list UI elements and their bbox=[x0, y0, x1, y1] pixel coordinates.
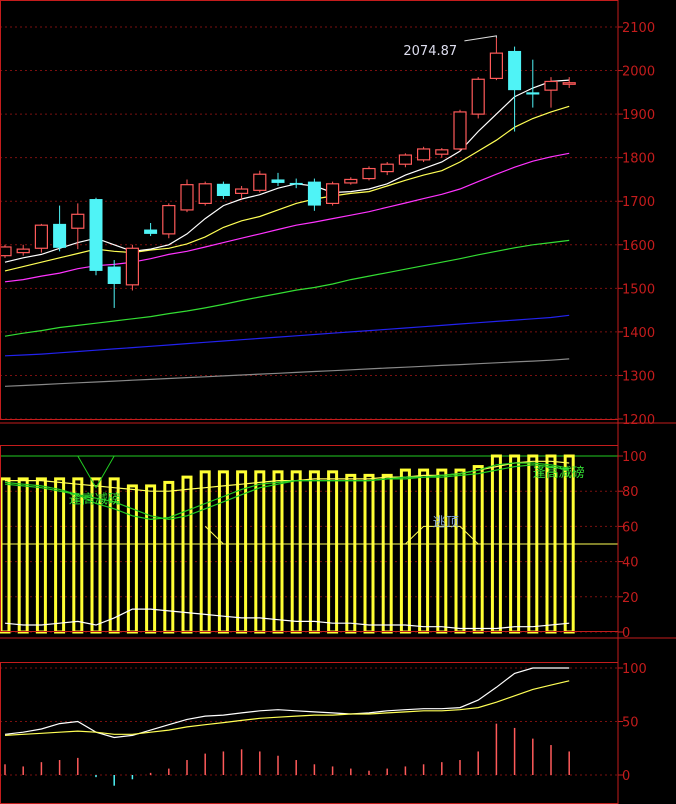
candle-body-up bbox=[125, 247, 140, 286]
candle-body-up bbox=[380, 163, 394, 173]
candle-body-up bbox=[326, 183, 340, 205]
candle-body-up bbox=[180, 184, 194, 211]
ind-tick-label: 0 bbox=[622, 769, 630, 784]
stock-chart: 1200130014001500160017001800190020002100… bbox=[0, 0, 676, 804]
osc-tick-label: 60 bbox=[622, 520, 639, 535]
price-tick-label: 1700 bbox=[622, 195, 655, 210]
candle-body-down bbox=[107, 266, 121, 284]
ind-tick-label: 100 bbox=[622, 662, 647, 677]
candle-body-up bbox=[544, 80, 558, 91]
candle-body-up bbox=[562, 82, 576, 85]
candle-body-down bbox=[307, 181, 321, 206]
osc-tick-label: 40 bbox=[622, 556, 639, 571]
candle-body-down bbox=[289, 182, 303, 185]
osc-tick-label: 20 bbox=[622, 591, 639, 606]
candle-body-down bbox=[144, 229, 158, 234]
candle-body-up bbox=[435, 149, 449, 155]
candle-body-up bbox=[0, 246, 12, 257]
candle-body-up bbox=[453, 111, 467, 150]
candle-body-down bbox=[216, 183, 230, 196]
price-tick-label: 1400 bbox=[622, 326, 655, 341]
osc-tick-label: 0 bbox=[622, 626, 630, 641]
candle-body-up bbox=[71, 213, 85, 229]
candle-body-up bbox=[235, 188, 249, 194]
osc-annotation: 逢高减磅 bbox=[533, 465, 585, 481]
price-tick-label: 2100 bbox=[622, 21, 655, 36]
candle-body-down bbox=[53, 223, 67, 248]
candle-body-down bbox=[508, 50, 522, 91]
background bbox=[0, 0, 676, 804]
candle-body-up bbox=[344, 178, 358, 184]
candle-body-down bbox=[89, 199, 103, 271]
candle-body-up bbox=[471, 78, 485, 115]
candle-body-up bbox=[162, 204, 176, 235]
price-tick-label: 1200 bbox=[622, 413, 655, 428]
candle-body-down bbox=[271, 179, 285, 183]
peak-price-label: 2074.87 bbox=[403, 44, 457, 59]
osc-annotation: 逃顶 bbox=[433, 515, 459, 530]
candle-body-up bbox=[398, 154, 412, 165]
candle-body-up bbox=[362, 167, 376, 180]
candle-body-up bbox=[16, 248, 30, 254]
price-tick-label: 1600 bbox=[622, 239, 655, 254]
price-tick-label: 2000 bbox=[622, 65, 655, 80]
osc-annotation: 逢高减磅 bbox=[69, 492, 121, 508]
ind-tick-label: 50 bbox=[622, 716, 639, 731]
candle-body-up bbox=[417, 148, 431, 161]
candle-body-up bbox=[34, 224, 49, 249]
price-tick-label: 1900 bbox=[622, 108, 655, 123]
osc-tick-label: 100 bbox=[622, 450, 647, 465]
price-tick-label: 1800 bbox=[622, 152, 655, 167]
price-tick-label: 1300 bbox=[622, 369, 655, 384]
osc-tick-label: 80 bbox=[622, 485, 639, 500]
candle-body-down bbox=[526, 92, 540, 95]
price-tick-label: 1500 bbox=[622, 282, 655, 297]
candle-body-up bbox=[489, 52, 503, 79]
candle-body-up bbox=[253, 173, 267, 191]
candle-body-up bbox=[198, 183, 212, 205]
